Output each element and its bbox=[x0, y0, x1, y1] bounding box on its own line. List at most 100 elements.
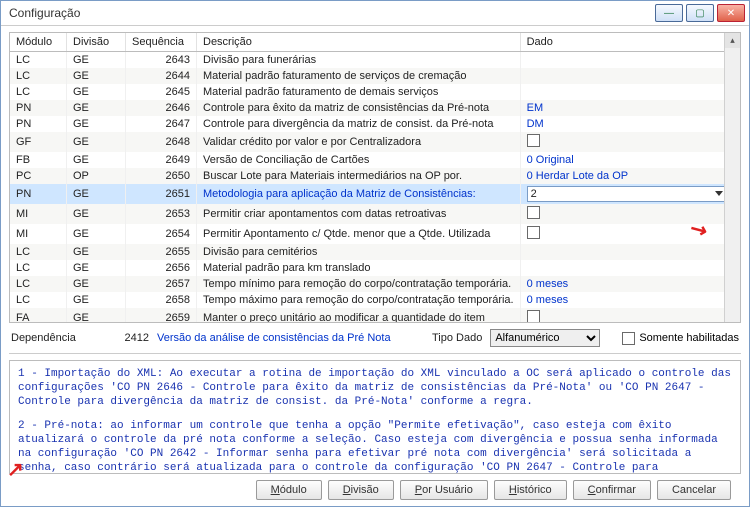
cell: GE bbox=[67, 84, 126, 100]
table-row[interactable]: MIGE2653Permitir criar apontamentos com … bbox=[10, 204, 740, 224]
cell: 2649 bbox=[126, 152, 197, 168]
table-row[interactable]: FAGE2659Manter o preço unitário ao modif… bbox=[10, 308, 740, 323]
titlebar: Configuração — ▢ ✕ bbox=[1, 1, 749, 26]
cell: Validar crédito por valor e por Centrali… bbox=[197, 132, 521, 152]
table-row[interactable]: LCGE2644Material padrão faturamento de s… bbox=[10, 68, 740, 84]
cell: Divisão para cemitérios bbox=[197, 244, 521, 260]
cell: Buscar Lote para Materiais intermediário… bbox=[197, 168, 521, 184]
dado-dropdown[interactable]: 2 bbox=[527, 186, 726, 202]
cell-dado[interactable] bbox=[520, 132, 739, 152]
cell: GE bbox=[67, 204, 126, 224]
modulo-button[interactable]: Módulo bbox=[256, 480, 322, 500]
cell: 2659 bbox=[126, 308, 197, 323]
table-row[interactable]: FBGE2649Versão de Conciliação de Cartões… bbox=[10, 152, 740, 168]
cell-dado[interactable]: EM bbox=[520, 100, 739, 116]
tipo-dado-select[interactable]: Alfanumérico bbox=[490, 329, 600, 347]
cell: MI bbox=[10, 224, 67, 244]
table-row[interactable]: LCGE2655Divisão para cemitérios bbox=[10, 244, 740, 260]
cell-dado[interactable]: 0 Herdar Lote da OP bbox=[520, 168, 739, 184]
checkbox-icon[interactable] bbox=[622, 332, 635, 345]
table-row[interactable]: GFGE2648Validar crédito por valor e por … bbox=[10, 132, 740, 152]
cell-dado bbox=[520, 68, 739, 84]
divisao-button[interactable]: Divisão bbox=[328, 480, 394, 500]
col-modulo[interactable]: Módulo bbox=[10, 33, 67, 52]
cell: Material padrão faturamento de demais se… bbox=[197, 84, 521, 100]
cell-dado[interactable]: DM bbox=[520, 116, 739, 132]
table-row[interactable]: PNGE2647Controle para divergência da mat… bbox=[10, 116, 740, 132]
minimize-icon[interactable]: — bbox=[655, 4, 683, 22]
col-descricao[interactable]: Descrição bbox=[197, 33, 521, 52]
cell: LC bbox=[10, 292, 67, 308]
cell: LC bbox=[10, 260, 67, 276]
cell: PN bbox=[10, 184, 67, 204]
cell: GE bbox=[67, 52, 126, 69]
cell: Controle para êxito da matriz de consist… bbox=[197, 100, 521, 116]
col-divisao[interactable]: Divisão bbox=[67, 33, 126, 52]
dependencia-desc[interactable]: Versão da análise de consistências da Pr… bbox=[157, 332, 424, 344]
dependencia-row: Dependência 2412 Versão da análise de co… bbox=[9, 323, 741, 354]
confirmar-button[interactable]: Confirmar bbox=[573, 480, 651, 500]
cell: GE bbox=[67, 308, 126, 323]
cell: GE bbox=[67, 292, 126, 308]
config-window: Configuração — ▢ ✕ Módulo Divisão Sequên… bbox=[0, 0, 750, 507]
table-row[interactable]: LCGE2657Tempo mínimo para remoção do cor… bbox=[10, 276, 740, 292]
cell: 2655 bbox=[126, 244, 197, 260]
window-title: Configuração bbox=[5, 6, 655, 20]
cell: LC bbox=[10, 52, 67, 69]
table-row[interactable]: PCOP2650Buscar Lote para Materiais inter… bbox=[10, 168, 740, 184]
cell-dado[interactable]: 0 meses bbox=[520, 276, 739, 292]
cancelar-button[interactable]: Cancelar bbox=[657, 480, 731, 500]
cell: PC bbox=[10, 168, 67, 184]
config-grid[interactable]: Módulo Divisão Sequência Descrição Dado … bbox=[9, 32, 741, 323]
cell: FA bbox=[10, 308, 67, 323]
cell: GE bbox=[67, 68, 126, 84]
cell: GE bbox=[67, 244, 126, 260]
cell: GE bbox=[67, 224, 126, 244]
historico-button[interactable]: Histórico bbox=[494, 480, 567, 500]
table-row[interactable]: LCGE2645Material padrão faturamento de d… bbox=[10, 84, 740, 100]
vertical-scrollbar[interactable]: ▴ bbox=[724, 33, 740, 322]
cell-dado[interactable] bbox=[520, 204, 739, 224]
table-row[interactable]: PNGE2646Controle para êxito da matriz de… bbox=[10, 100, 740, 116]
cell: GE bbox=[67, 184, 126, 204]
dependencia-num: 2412 bbox=[99, 332, 149, 344]
cell-dado[interactable]: 0 meses bbox=[520, 292, 739, 308]
table-row[interactable]: LCGE2658Tempo máximo para remoção do cor… bbox=[10, 292, 740, 308]
checkbox-icon[interactable] bbox=[527, 310, 540, 323]
cell: 2651 bbox=[126, 184, 197, 204]
cell: 2644 bbox=[126, 68, 197, 84]
cell: Permitir Apontamento c/ Qtde. menor que … bbox=[197, 224, 521, 244]
button-bar: Módulo Divisão Por Usuário Histórico Con… bbox=[9, 474, 741, 506]
cell: LC bbox=[10, 68, 67, 84]
col-sequencia[interactable]: Sequência bbox=[126, 33, 197, 52]
checkbox-icon[interactable] bbox=[527, 206, 540, 219]
cell: 2658 bbox=[126, 292, 197, 308]
cell: Manter o preço unitário ao modificar a q… bbox=[197, 308, 521, 323]
cell-dado[interactable] bbox=[520, 224, 739, 244]
cell-dado[interactable] bbox=[520, 308, 739, 323]
table-row[interactable]: PNGE2651Metodologia para aplicação da Ma… bbox=[10, 184, 740, 204]
cell-dado[interactable]: 0 Original bbox=[520, 152, 739, 168]
dependencia-label: Dependência bbox=[11, 332, 91, 344]
somente-habilitadas-checkbox[interactable]: Somente habilitadas bbox=[622, 332, 739, 345]
table-row[interactable]: LCGE2656Material padrão para km translad… bbox=[10, 260, 740, 276]
cell: Permitir criar apontamentos com datas re… bbox=[197, 204, 521, 224]
checkbox-icon[interactable] bbox=[527, 134, 540, 147]
scroll-up-icon[interactable]: ▴ bbox=[725, 33, 740, 48]
table-row[interactable]: MIGE2654Permitir Apontamento c/ Qtde. me… bbox=[10, 224, 740, 244]
cell: GF bbox=[10, 132, 67, 152]
cell-dado[interactable]: 2 bbox=[520, 184, 739, 204]
note-2: 2 - Pré-nota: ao informar um controle qu… bbox=[18, 419, 732, 474]
cell: Versão de Conciliação de Cartões bbox=[197, 152, 521, 168]
window-controls: — ▢ ✕ bbox=[655, 4, 745, 22]
close-icon[interactable]: ✕ bbox=[717, 4, 745, 22]
col-dado[interactable]: Dado bbox=[520, 33, 739, 52]
por-usuario-button[interactable]: Por Usuário bbox=[400, 480, 488, 500]
table-row[interactable]: LCGE2643Divisão para funerárias bbox=[10, 52, 740, 69]
checkbox-icon[interactable] bbox=[527, 226, 540, 239]
cell: 2647 bbox=[126, 116, 197, 132]
cell: 2646 bbox=[126, 100, 197, 116]
maximize-icon[interactable]: ▢ bbox=[686, 4, 714, 22]
cell: Controle para divergência da matriz de c… bbox=[197, 116, 521, 132]
header-row: Módulo Divisão Sequência Descrição Dado bbox=[10, 33, 740, 52]
